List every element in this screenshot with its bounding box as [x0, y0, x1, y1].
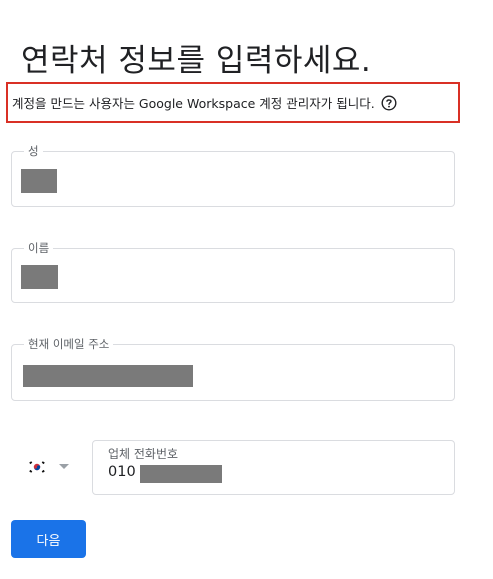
business-phone-prefix: 010: [108, 464, 136, 480]
email-value-redacted: [23, 365, 193, 387]
business-phone-value-redacted: [140, 465, 222, 483]
admin-notice-text: 계정을 만드는 사용자는 Google Workspace 계정 관리자가 됩니…: [12, 96, 375, 111]
help-circle-icon[interactable]: [381, 94, 397, 111]
first-name-value-redacted: [21, 265, 58, 289]
next-button[interactable]: 다음: [11, 520, 86, 558]
admin-notice: 계정을 만드는 사용자는 Google Workspace 계정 관리자가 됩니…: [6, 82, 460, 123]
email-field[interactable]: 현재 이메일 주소: [11, 336, 455, 401]
last-name-label: 성: [24, 143, 43, 159]
south-korea-flag-icon: [27, 459, 47, 474]
business-phone-label: 업체 전화번호: [108, 447, 179, 461]
email-label: 현재 이메일 주소: [24, 336, 114, 352]
last-name-field[interactable]: 성: [11, 143, 455, 207]
first-name-label: 이름: [24, 240, 54, 256]
first-name-field[interactable]: 이름: [11, 240, 455, 303]
country-code-selector[interactable]: [27, 459, 69, 474]
page-title: 연락처 정보를 입력하세요.: [21, 42, 372, 79]
business-phone-field[interactable]: 업체 전화번호 010: [92, 440, 455, 495]
chevron-down-icon: [59, 463, 69, 469]
last-name-value-redacted: [21, 169, 57, 193]
